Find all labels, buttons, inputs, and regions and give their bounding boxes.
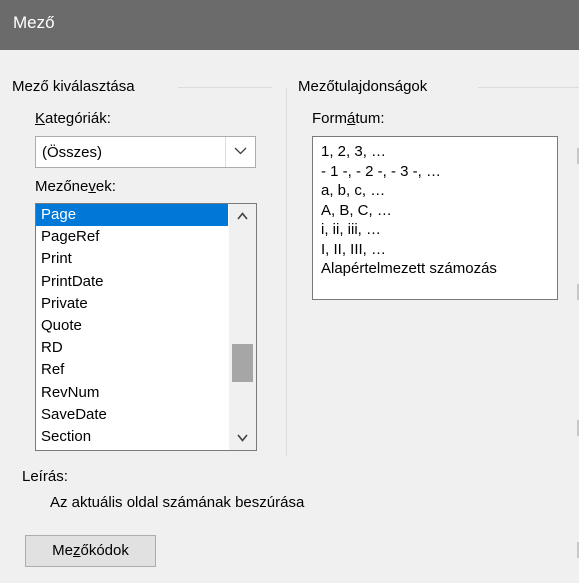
title-bar: Mező [0, 0, 579, 50]
group-separator [286, 88, 287, 456]
field-name-item[interactable]: Ref [36, 359, 228, 381]
group-title-field-selection: Mező kiválasztása [12, 78, 135, 95]
field-name-item[interactable]: Section [36, 426, 228, 448]
format-items: 1, 2, 3, … - 1 -, - 2 -, - 3 -, … a, b, c,… [313, 142, 497, 279]
field-name-item[interactable]: RevNum [36, 382, 228, 404]
description-label: Leírás: [22, 468, 68, 485]
format-item[interactable]: I, II, III, … [313, 240, 497, 260]
categories-label: Kategóriák: [35, 110, 111, 127]
scroll-thumb[interactable] [232, 344, 253, 382]
group-divider [478, 87, 579, 88]
field-name-item[interactable]: Private [36, 293, 228, 315]
categories-value: (Összes) [42, 144, 102, 161]
chevron-down-icon [237, 434, 248, 442]
field-name-item[interactable]: RD [36, 337, 228, 359]
dropdown-button[interactable] [225, 137, 255, 167]
window-title: Mező [13, 13, 55, 32]
format-item[interactable]: i, ii, iii, … [313, 220, 497, 240]
format-item[interactable]: A, B, C, … [313, 201, 497, 221]
field-names-list[interactable]: Page PageRef Print PrintDate Private Quote RD R… [35, 203, 257, 451]
scroll-up-button[interactable] [229, 206, 256, 226]
format-list[interactable]: 1, 2, 3, … - 1 -, - 2 -, - 3 -, … a, b, c,… [312, 136, 558, 300]
field-name-item[interactable]: SaveDate [36, 404, 228, 426]
format-label: Formátum: [312, 110, 385, 127]
field-name-item[interactable]: Page [36, 204, 228, 227]
field-codes-button[interactable]: Mezőkódok [25, 535, 156, 567]
field-name-item[interactable]: Print [36, 248, 228, 270]
format-item[interactable]: a, b, c, … [313, 181, 497, 201]
field-name-item[interactable]: PageRef [36, 226, 228, 248]
format-item[interactable]: 1, 2, 3, … [313, 142, 497, 162]
chevron-down-icon [234, 147, 247, 155]
format-item[interactable]: Alapértelmezett számozás [313, 259, 497, 279]
field-names-items: Page PageRef Print PrintDate Private Quote RD R… [36, 204, 228, 448]
format-item[interactable]: - 1 -, - 2 -, - 3 -, … [313, 162, 497, 182]
description-text: Az aktuális oldal számának beszúrása [50, 494, 305, 511]
group-title-field-properties: Mezőtulajdonságok [298, 78, 428, 95]
field-names-scrollbar[interactable] [229, 204, 256, 450]
field-name-item[interactable]: Quote [36, 315, 228, 337]
scroll-down-button[interactable] [229, 428, 256, 448]
categories-dropdown[interactable]: (Összes) [35, 136, 256, 168]
field-names-label: Mezőnevek: [35, 178, 116, 195]
chevron-up-icon [237, 212, 248, 220]
field-name-item[interactable]: PrintDate [36, 271, 228, 293]
group-divider [178, 87, 272, 88]
